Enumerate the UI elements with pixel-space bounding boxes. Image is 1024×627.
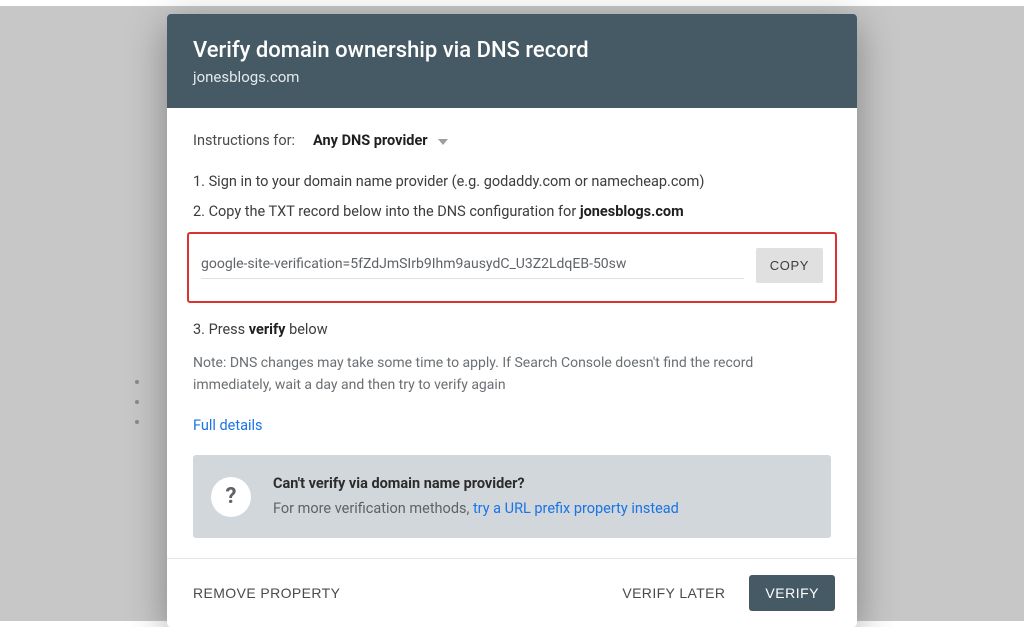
txt-record-box: COPY xyxy=(187,232,837,303)
background-content xyxy=(150,370,153,434)
full-details-link[interactable]: Full details xyxy=(193,415,263,437)
url-prefix-link[interactable]: try a URL prefix property instead xyxy=(473,500,679,517)
alternative-method-box: ? Can't verify via domain name provider?… xyxy=(193,455,831,538)
dns-propagation-note: Note: DNS changes may take some time to … xyxy=(193,353,831,396)
remove-property-button[interactable]: REMOVE PROPERTY xyxy=(189,577,344,609)
copy-button[interactable]: COPY xyxy=(756,248,823,283)
instruction-step-2: 2. Copy the TXT record below into the DN… xyxy=(193,201,831,223)
verify-button[interactable]: VERIFY xyxy=(749,575,835,611)
question-mark-icon: ? xyxy=(226,480,237,514)
instruction-step-1: 1. Sign in to your domain name provider … xyxy=(193,171,831,193)
verify-later-button[interactable]: VERIFY LATER xyxy=(618,577,729,609)
decorative-bar xyxy=(0,0,1024,6)
dialog-body: Instructions for: Any DNS provider 1. Si… xyxy=(167,108,857,558)
dialog-title: Verify domain ownership via DNS record xyxy=(193,38,831,64)
step2-text: 2. Copy the TXT record below into the DN… xyxy=(193,203,580,220)
dialog-domain: jonesblogs.com xyxy=(193,68,831,86)
dialog-header: Verify domain ownership via DNS record j… xyxy=(167,14,857,108)
chevron-down-icon xyxy=(438,139,448,145)
help-icon: ? xyxy=(211,477,251,517)
verify-domain-dialog: Verify domain ownership via DNS record j… xyxy=(167,14,857,627)
step2-domain: jonesblogs.com xyxy=(580,203,684,220)
instruction-step-3: 3. Press verify below xyxy=(193,319,831,341)
alt-sub: For more verification methods, xyxy=(273,500,473,517)
provider-selected-value: Any DNS provider xyxy=(313,130,428,152)
step3-bold: verify xyxy=(249,321,286,338)
txt-record-input[interactable] xyxy=(201,252,744,279)
dialog-footer: REMOVE PROPERTY VERIFY LATER VERIFY xyxy=(167,558,857,627)
instructions-label: Instructions for: xyxy=(193,130,295,152)
step3-prefix: 3. Press xyxy=(193,321,249,338)
provider-row: Instructions for: Any DNS provider xyxy=(193,130,831,152)
provider-dropdown[interactable]: Any DNS provider xyxy=(313,130,448,152)
alt-heading: Can't verify via domain name provider? xyxy=(273,473,679,495)
step3-suffix: below xyxy=(285,321,327,338)
alternative-text: Can't verify via domain name provider? F… xyxy=(273,473,679,520)
